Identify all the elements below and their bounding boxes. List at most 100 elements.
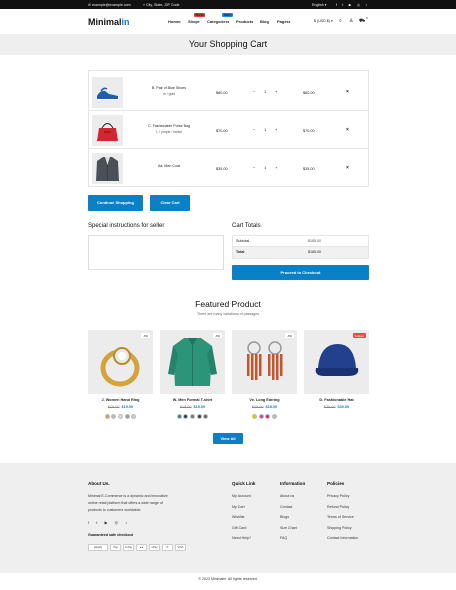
plus-icon[interactable]: + — [275, 165, 277, 170]
minus-icon[interactable]: − — [253, 89, 255, 94]
quantity-value[interactable]: 1 — [264, 127, 266, 132]
minus-icon[interactable]: − — [253, 165, 255, 170]
cart-item-price: $80.00 — [216, 91, 228, 95]
footer-link[interactable]: Gift Card — [232, 526, 246, 530]
men-coat-image[interactable] — [92, 153, 123, 184]
product-name[interactable]: Ve. Long Earring — [232, 398, 297, 402]
color-swatch[interactable] — [176, 414, 182, 419]
cart-item-name[interactable]: B. Pair of Blue Shoes — [134, 86, 204, 90]
payment-badge: P — [162, 544, 173, 551]
footer-link[interactable]: Refund Policy — [327, 505, 349, 509]
color-swatch[interactable] — [271, 414, 277, 419]
search-icon[interactable]: ⌕ — [339, 18, 342, 24]
continue-shopping-button[interactable]: Continue Shopping — [88, 195, 143, 211]
product-card-hat[interactable]: Soldout — [304, 330, 369, 394]
footer-link[interactable]: Need Help? — [232, 536, 251, 540]
nav-categories[interactable]: Categories▾ — [207, 19, 229, 24]
quantity-stepper[interactable]: − 1 + — [251, 164, 281, 173]
blue-shoes-image[interactable] — [92, 77, 123, 108]
footer-link[interactable]: FAQ — [280, 536, 287, 540]
cart-item-total: $80.00 — [303, 91, 315, 95]
footer-link[interactable]: My Cart — [232, 505, 245, 509]
color-swatch[interactable] — [131, 414, 137, 419]
nav-pages[interactable]: Pages▾ — [277, 19, 290, 24]
remove-icon[interactable]: × — [346, 127, 349, 133]
color-swatch[interactable] — [258, 414, 264, 419]
color-swatch[interactable] — [104, 414, 110, 419]
product-name[interactable]: D. Fashionable Hat — [304, 398, 369, 402]
footer-link[interactable]: Terms of Service — [327, 515, 354, 519]
instructions-textarea[interactable] — [88, 235, 224, 270]
currency-selector[interactable]: $ (USD $) ▾ — [314, 19, 333, 23]
soldout-badge: Soldout — [352, 333, 366, 338]
plus-icon[interactable]: + — [275, 89, 277, 94]
badge-sale: Sale — [222, 12, 234, 17]
cart-row: C. Fashionable Purse Bag L / purple / me… — [89, 111, 368, 149]
footer-link[interactable]: Privacy Policy — [327, 494, 349, 498]
product-name[interactable]: W. Men Formal T-shirt — [160, 398, 225, 402]
color-swatch[interactable] — [203, 414, 209, 419]
product-card-shirt[interactable]: -6% — [160, 330, 225, 394]
footer-link[interactable]: Contact — [280, 505, 292, 509]
color-swatch[interactable] — [190, 414, 195, 419]
footer-link[interactable]: About us — [280, 494, 294, 498]
subtotal-label: Subtotal — [236, 239, 250, 243]
blue-hat-image — [315, 344, 359, 376]
quantity-value[interactable]: 1 — [264, 89, 266, 94]
footer-social-icons[interactable]: f t ▶ ◎ ♪ — [88, 520, 130, 525]
checkout-button[interactable]: Proceed to Checkout — [232, 265, 369, 280]
footer-link[interactable]: Contact Information — [327, 536, 358, 540]
color-swatch[interactable] — [183, 414, 189, 419]
product-card-ring[interactable]: -6% — [88, 330, 153, 394]
red-purse-image[interactable] — [92, 115, 123, 146]
footer-col-title: Quick Link — [232, 481, 256, 486]
color-swatches — [160, 414, 225, 419]
clear-cart-button[interactable]: Clear Cart — [150, 195, 190, 211]
product-price: $18.00 $19.00 — [107, 405, 134, 409]
minus-icon[interactable]: − — [253, 127, 255, 132]
footer-link[interactable]: My Account — [232, 494, 251, 498]
nav-shop[interactable]: Shop▾ — [188, 19, 200, 24]
footer-link[interactable]: Blogs — [280, 515, 289, 519]
color-swatch[interactable] — [124, 414, 130, 419]
product-price: $25.00 $18.00 — [251, 405, 278, 409]
cart-icon[interactable]: ⛟ — [359, 18, 365, 25]
remove-icon[interactable]: × — [346, 165, 349, 171]
quantity-stepper[interactable]: − 1 + — [251, 126, 281, 135]
cart-table: B. Pair of Blue Shoes m / gold $80.00 − … — [88, 70, 369, 187]
total-value: $185.00 — [308, 250, 321, 254]
footer-about-text: Minimal E-Commerce is a dynamic and inno… — [88, 494, 168, 498]
footer-link[interactable]: Size Chart — [280, 526, 297, 530]
quantity-stepper[interactable]: − 1 + — [251, 88, 281, 97]
color-swatch[interactable] — [118, 414, 123, 419]
account-icon[interactable]: ♙ — [349, 18, 353, 24]
remove-icon[interactable]: × — [346, 89, 349, 95]
footer-link[interactable]: Wishlist — [232, 515, 244, 519]
color-swatch[interactable] — [265, 414, 271, 419]
nav-home[interactable]: Home▾ — [168, 19, 181, 24]
plus-icon[interactable]: + — [275, 127, 277, 132]
color-swatch[interactable] — [252, 414, 258, 419]
footer — [0, 463, 456, 573]
cart-item-name[interactable]: C. Fashionable Purse Bag — [134, 124, 204, 128]
logo[interactable]: Minimalin — [88, 17, 130, 27]
nav-products[interactable]: Products — [236, 19, 253, 24]
contact-email[interactable]: ✉ example@example.com — [88, 3, 131, 7]
product-card-earring[interactable]: -6% — [232, 330, 297, 394]
product-name[interactable]: J. Women Hand Ring — [88, 398, 153, 402]
green-shirt-image — [168, 338, 217, 386]
language-selector[interactable]: English ▾ — [312, 3, 327, 7]
social-icons[interactable]: f t ▶ ◎ ♪ — [336, 3, 370, 7]
nav-blog[interactable]: Blog — [260, 19, 269, 24]
quantity-value[interactable]: 1 — [264, 165, 266, 170]
cart-item-price: $35.00 — [216, 167, 228, 171]
badge-new: New — [194, 12, 206, 17]
page-banner: Your Shopping Cart — [0, 34, 456, 55]
view-all-button[interactable]: View All — [213, 433, 243, 444]
subtotal-value: $185.00 — [308, 239, 321, 243]
earring-image — [247, 341, 283, 380]
color-swatch[interactable] — [111, 414, 117, 419]
color-swatch[interactable] — [196, 414, 202, 419]
footer-link[interactable]: Shipping Policy — [327, 526, 352, 530]
cart-item-name[interactable]: Aa. Men Coat — [134, 164, 204, 168]
